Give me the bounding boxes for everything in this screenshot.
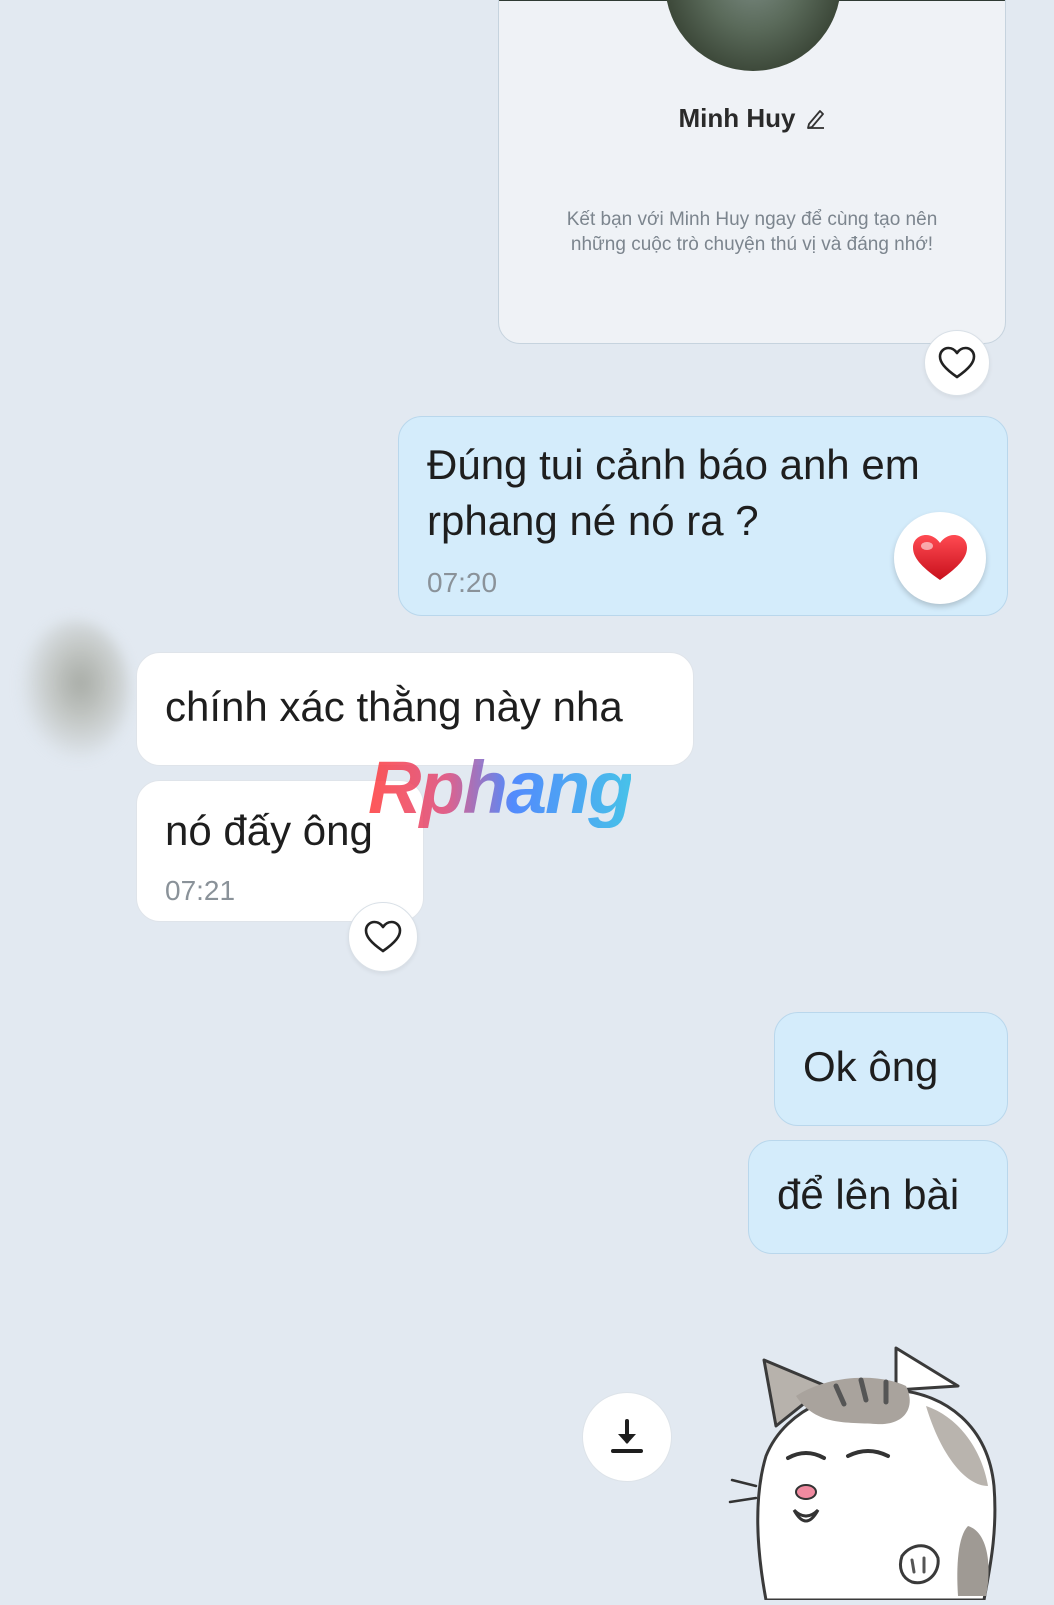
message-bubble-outgoing[interactable]: để lên bài	[748, 1140, 1008, 1254]
message-timestamp: 07:20	[427, 567, 498, 598]
profile-name: Minh Huy	[499, 103, 1005, 136]
profile-avatar	[665, 0, 841, 71]
react-heart-button[interactable]	[348, 902, 418, 972]
heart-outline-icon	[938, 346, 976, 379]
heart-red-icon	[913, 535, 967, 580]
edit-pencil-icon[interactable]	[806, 105, 826, 136]
message-text-line: rphang né nó ra ?	[427, 497, 759, 544]
message-text: để lên bài	[777, 1171, 960, 1218]
message-timestamp: 07:21	[165, 875, 236, 906]
heart-outline-icon	[364, 920, 402, 953]
message-text: Ok ông	[803, 1043, 939, 1090]
profile-description: Kết bạn với Minh Huy ngay để cùng tạo nê…	[566, 209, 938, 255]
cat-sticker[interactable]	[726, 1346, 1006, 1602]
react-heart-button[interactable]	[924, 330, 990, 396]
message-text: chính xác thằng này nha	[165, 683, 623, 730]
message-bubble-outgoing[interactable]: Ok ông	[774, 1012, 1008, 1126]
profile-card[interactable]: Minh Huy Kết bạn với Minh Huy ngay để cù…	[498, 0, 1006, 344]
download-icon	[611, 1419, 643, 1453]
download-button[interactable]	[582, 1392, 672, 1482]
message-text: nó đấy ông	[165, 807, 373, 854]
watermark: Rphang	[368, 746, 633, 829]
reaction-badge[interactable]	[894, 512, 986, 604]
sender-avatar[interactable]	[20, 620, 130, 760]
message-text-line: Đúng tui cảnh báo anh em	[427, 441, 920, 488]
